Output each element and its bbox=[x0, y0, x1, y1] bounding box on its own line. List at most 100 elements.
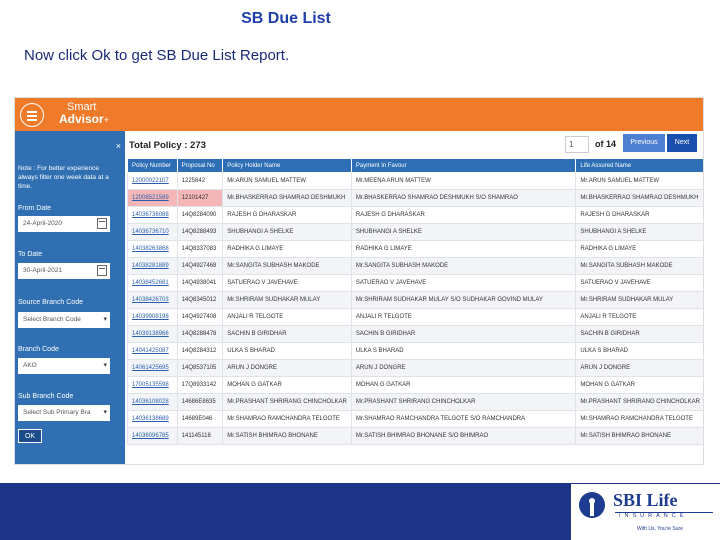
hamburger-menu-icon[interactable] bbox=[20, 103, 44, 127]
table-row[interactable]: 14041425087 14Q8284312 ULKA S BHARAD ULKA S… bbox=[127, 342, 703, 360]
column-header[interactable]: Proposal No bbox=[176, 158, 224, 173]
table-cell: RADHIKA G LIMAYE bbox=[575, 240, 703, 258]
table-row[interactable]: 14061425695 14Q8537105 ARUN J DONGRE ARUN J… bbox=[127, 359, 703, 377]
table-cell: Mr.SANGITA SUBHASH MAKODE bbox=[222, 257, 352, 275]
table-cell: 1225842 bbox=[176, 172, 224, 190]
policy-number-link[interactable]: 17005135598 bbox=[127, 376, 178, 394]
table-cell: ANJALI R TELGOTE bbox=[575, 308, 703, 326]
ok-button[interactable]: OK bbox=[18, 429, 42, 443]
policy-number-link[interactable]: 14039908198 bbox=[127, 308, 178, 326]
policy-number-link[interactable]: 14036096785 bbox=[127, 427, 178, 445]
logo-name: SBI Life bbox=[613, 490, 678, 510]
table-row[interactable]: 14036108028 14686E8635 Mr.PRASHANT SHRIRAN… bbox=[127, 393, 703, 411]
table-cell: Mr.BHASKERRAO SHAMRAO DESHMUKH bbox=[575, 189, 703, 207]
table-row[interactable]: 14036138689 14689E046 Mr.SHAMRAO RAMCHANDR… bbox=[127, 410, 703, 428]
table-cell: ULKA S BHARAD bbox=[350, 342, 577, 360]
table-cell: 14Q8337083 bbox=[176, 240, 224, 258]
table-cell: Mr.SANGITA SUBHASH MAKODE bbox=[575, 257, 703, 275]
to-date-label: To Date bbox=[18, 251, 43, 258]
table-cell: Mr.ARUN SAMUEL MATTEW bbox=[222, 172, 352, 190]
calendar-icon[interactable] bbox=[97, 265, 107, 276]
table-cell: Mr.SHAMRAO RAMCHANDRA TELGOTE bbox=[222, 410, 352, 428]
branch-code-select[interactable]: AKO ▾ bbox=[18, 358, 110, 374]
policy-number-link[interactable]: 14038281889 bbox=[127, 257, 178, 275]
policy-number-link[interactable]: 14036108028 bbox=[127, 393, 178, 411]
app-screenshot: Smart Advisor+ × Note : For better exper… bbox=[14, 97, 704, 465]
column-header[interactable]: Policy Number bbox=[127, 158, 178, 173]
source-branch-label: Source Branch Code bbox=[18, 299, 83, 306]
next-button[interactable]: Next bbox=[667, 134, 697, 152]
page-number-input[interactable]: 1 bbox=[565, 136, 589, 153]
policy-number-link[interactable]: 14036736710 bbox=[127, 223, 178, 241]
table-row[interactable]: 12000022107 1225842 Mr.ARUN SAMUEL MATTEW M… bbox=[127, 172, 703, 190]
table-row[interactable]: 14036736088 14Q8284090 RAJESH G DHARASKAR R… bbox=[127, 206, 703, 224]
sbi-logo-icon bbox=[579, 492, 605, 518]
table-cell: SATUERAO V JAVEHAVE bbox=[222, 274, 352, 292]
total-policy-count: Total Policy : 273 bbox=[129, 140, 206, 151]
policy-number-link[interactable]: 12000022107 bbox=[127, 172, 178, 190]
table-cell: ANJALI R TELGOTE bbox=[222, 308, 352, 326]
slide-title: SB Due List bbox=[241, 10, 331, 27]
table-row[interactable]: 14038452681 14Q4938041 SATUERAO V JAVEHAVE… bbox=[127, 274, 703, 292]
policy-number-link[interactable]: 12008521589 bbox=[127, 189, 178, 207]
table-cell: Mr.SHAMRAO RAMCHANDRA TELGOTE bbox=[575, 410, 703, 428]
table-header-row: Policy Number Proposal No Policy Holder Na… bbox=[127, 158, 703, 173]
table-cell: Mr.PRASHANT SHRIRANG CHINCHOLKAR bbox=[350, 393, 577, 411]
table-cell: ANJALI R TELGOTE bbox=[350, 308, 577, 326]
table-row[interactable]: 14039908198 14Q4927408 ANJALI R TELGOTE ANJ… bbox=[127, 308, 703, 326]
previous-button[interactable]: Previous bbox=[623, 134, 665, 152]
table-cell: SATUERAO V JAVEHAVE bbox=[350, 274, 577, 292]
column-header[interactable]: Policy Holder Name bbox=[222, 158, 352, 173]
policy-number-link[interactable]: 14061425695 bbox=[127, 359, 178, 377]
policy-number-link[interactable]: 14036736088 bbox=[127, 206, 178, 224]
table-cell: 14Q8284312 bbox=[176, 342, 224, 360]
table-cell: SACHIN B GIRIDHAR bbox=[222, 325, 352, 343]
table-row[interactable]: 14036096785 141145118 Mr.SATISH BHIMRAO BH… bbox=[127, 427, 703, 445]
table-cell: 14686E8635 bbox=[176, 393, 224, 411]
from-date-label: From Date bbox=[18, 205, 52, 212]
column-header[interactable]: Payment In Favour bbox=[350, 158, 577, 173]
table-cell: Mr.PRASHANT SHRIRANG CHINCHOLKAR bbox=[575, 393, 703, 411]
table-cell: SHUBHANGI A SHELKE bbox=[575, 223, 703, 241]
table-cell: 14Q8537105 bbox=[176, 359, 224, 377]
policy-number-link[interactable]: 14039138966 bbox=[127, 325, 178, 343]
policy-number-link[interactable]: 14038263868 bbox=[127, 240, 178, 258]
table-cell: MOHAN G GATKAR bbox=[575, 376, 703, 394]
column-header[interactable]: Life Assured Name bbox=[575, 158, 703, 173]
close-icon[interactable]: × bbox=[116, 141, 121, 151]
table-cell: RAJESH G DHARASKAR bbox=[350, 206, 577, 224]
table-cell: Mr.SHRIRAM SUDHAKAR MULAY bbox=[222, 291, 352, 309]
source-branch-select[interactable]: Select Branch Code ▾ bbox=[18, 312, 110, 328]
sub-branch-select[interactable]: Select Sub Primary Bra ▾ bbox=[18, 405, 110, 421]
table-cell: 14689E046 bbox=[176, 410, 224, 428]
chevron-down-icon: ▾ bbox=[103, 362, 107, 369]
filter-sidebar: × Note : For better experience always fi… bbox=[15, 131, 125, 464]
table-row[interactable]: 12008521589 12101427 Mr.BHASKERRAO SHAMRAO… bbox=[127, 189, 703, 207]
table-row[interactable]: 14038426703 14Q8345012 Mr.SHRIRAM SUDHAKAR… bbox=[127, 291, 703, 309]
table-cell: SACHIN B GIRIDHAR bbox=[575, 325, 703, 343]
policy-number-link[interactable]: 14036138689 bbox=[127, 410, 178, 428]
sub-branch-label: Sub Branch Code bbox=[18, 393, 74, 400]
calendar-icon[interactable] bbox=[97, 218, 107, 229]
table-cell: ARUN J DONGRE bbox=[222, 359, 352, 377]
table-cell: 17Q8933142 bbox=[176, 376, 224, 394]
policy-number-link[interactable]: 14041425087 bbox=[127, 342, 178, 360]
table-cell: 14Q8345012 bbox=[176, 291, 224, 309]
to-date-field[interactable]: 30-April-2021 bbox=[18, 263, 110, 279]
instruction-bold: SB Due List bbox=[156, 47, 236, 64]
policy-number-link[interactable]: 14038452681 bbox=[127, 274, 178, 292]
table-row[interactable]: 14038263868 14Q8337083 RADHIKA G LIMAYE RAD… bbox=[127, 240, 703, 258]
table-cell: 14Q8288478 bbox=[176, 325, 224, 343]
table-row[interactable]: 17005135598 17Q8933142 MOHAN G GATKAR MOHAN… bbox=[127, 376, 703, 394]
table-cell: Mr.BHASKERRAO SHAMRAO DESHMUKH bbox=[222, 189, 352, 207]
table-cell: 141145118 bbox=[176, 427, 224, 445]
chevron-down-icon: ▾ bbox=[103, 409, 107, 416]
policy-number-link[interactable]: 14038426703 bbox=[127, 291, 178, 309]
table-row[interactable]: 14038281889 14Q4927468 Mr.SANGITA SUBHASH … bbox=[127, 257, 703, 275]
table-row[interactable]: 14036736710 14Q8288493 SHUBHANGI A SHELKE S… bbox=[127, 223, 703, 241]
table-cell: Mr.SANGITA SUBHASH MAKODE bbox=[350, 257, 577, 275]
from-date-field[interactable]: 24-April-2020 bbox=[18, 216, 110, 232]
table-cell: 14Q4927408 bbox=[176, 308, 224, 326]
table-row[interactable]: 14039138966 14Q8288478 SACHIN B GIRIDHAR SA… bbox=[127, 325, 703, 343]
table-cell: ARUN J DONGRE bbox=[575, 359, 703, 377]
